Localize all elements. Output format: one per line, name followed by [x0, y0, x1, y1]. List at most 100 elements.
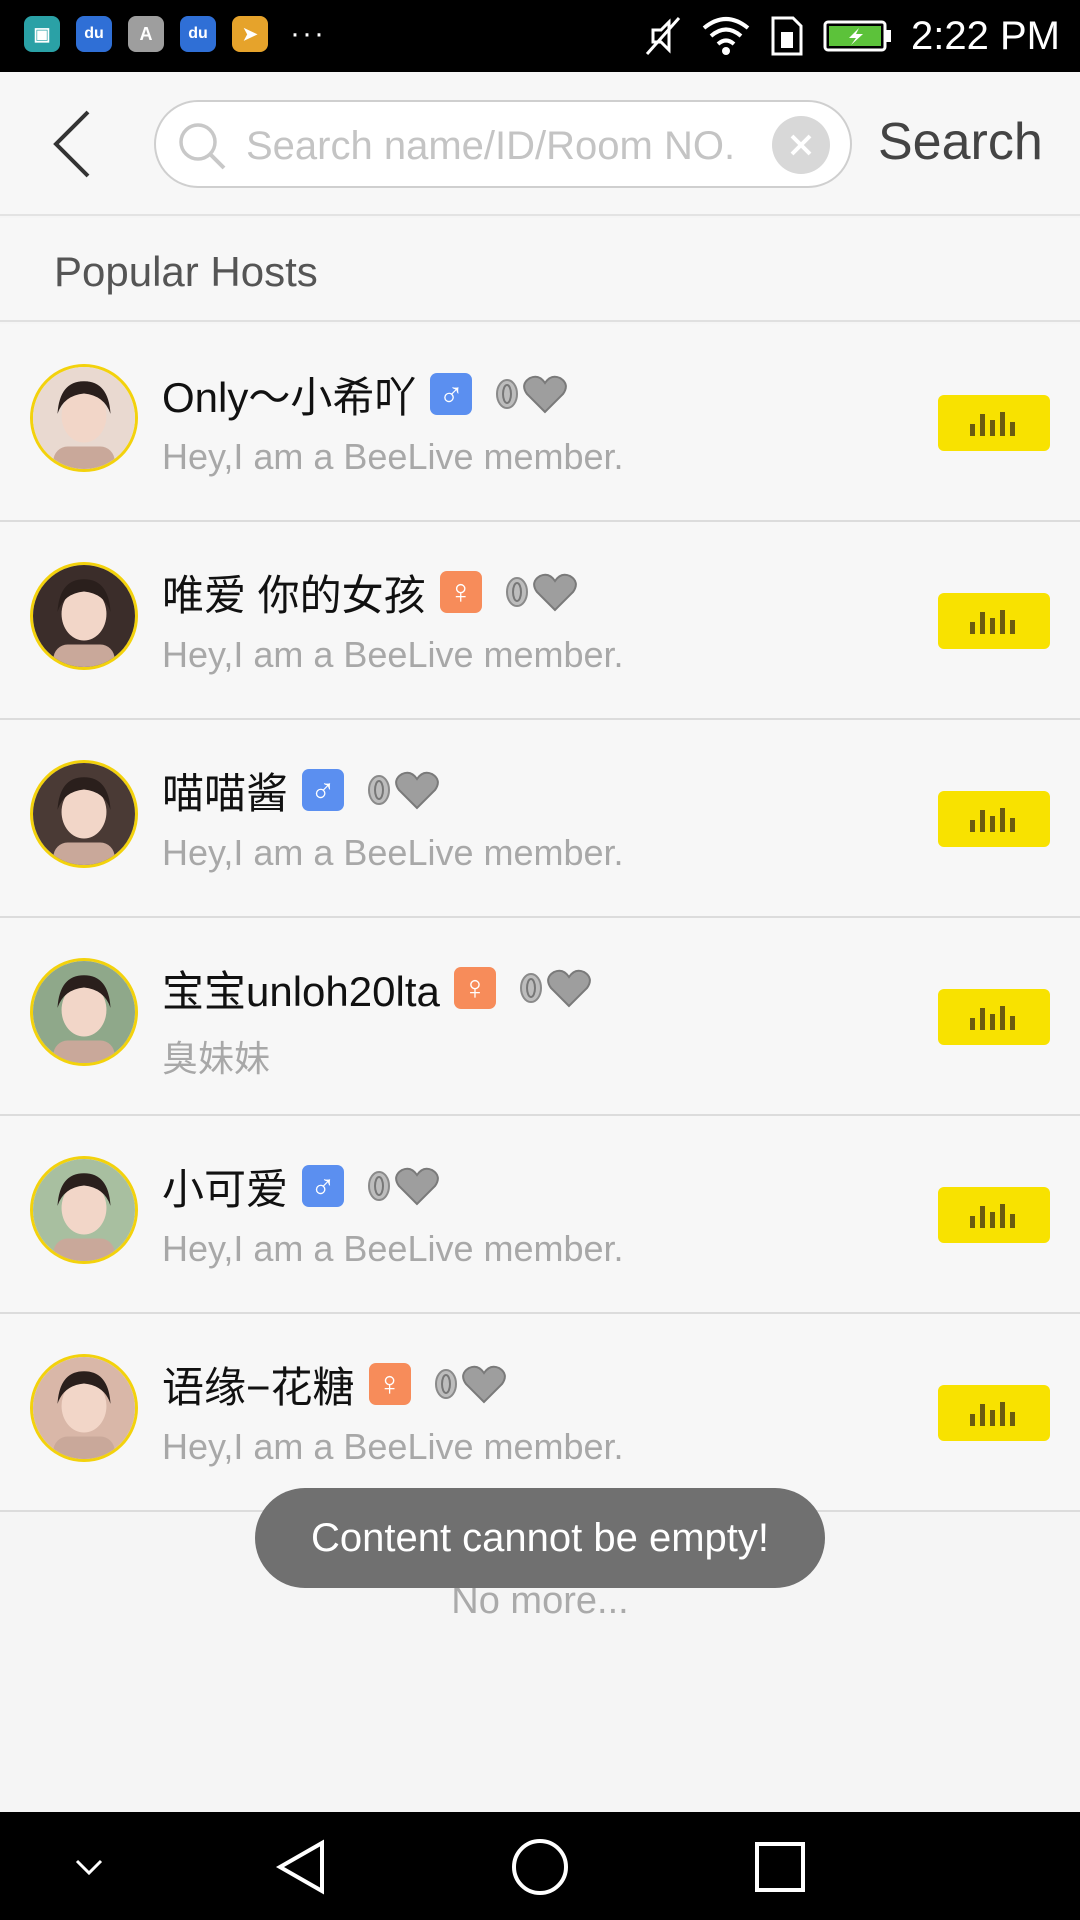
audio-bars-icon: [970, 412, 1015, 436]
level-badges: [518, 968, 592, 1008]
level-zero-icon: [368, 1171, 391, 1201]
host-name: 小可爱: [162, 1165, 289, 1213]
level-badges: [433, 1364, 507, 1404]
more-notifications-icon: ···: [290, 17, 326, 50]
chevron-down-icon: [75, 1859, 103, 1876]
male-gender-icon: ♂: [302, 769, 345, 811]
avatar-image: [33, 961, 135, 1063]
female-gender-icon: ♀: [439, 571, 482, 613]
female-gender-icon: ♀: [453, 967, 496, 1009]
host-row[interactable]: Only～小希吖 ♂ Hey,I am a BeeLive member.: [0, 324, 1080, 522]
live-button[interactable]: [938, 395, 1050, 451]
avatar-image: [33, 367, 135, 469]
back-button[interactable]: [30, 102, 114, 186]
host-name: Only～小希吖: [162, 373, 417, 421]
avatar-image: [33, 1357, 135, 1459]
hide-nav-button[interactable]: [54, 1832, 124, 1902]
host-bio: Hey,I am a BeeLive member.: [162, 634, 624, 675]
sim-icon: [771, 16, 803, 56]
live-button[interactable]: [938, 1187, 1050, 1243]
triangle-back-icon: [275, 1839, 324, 1895]
audio-bars-icon: [970, 610, 1015, 634]
host-name: 喵喵酱: [162, 769, 289, 817]
level-zero-icon: [505, 577, 528, 607]
host-list: Only～小希吖 ♂ Hey,I am a BeeLive member. 唯爱…: [0, 324, 1080, 1512]
circle-home-icon: [512, 1839, 568, 1895]
level-zero-icon: [434, 1369, 457, 1399]
avatar[interactable]: [30, 1156, 138, 1264]
avatar[interactable]: [30, 760, 138, 868]
live-button[interactable]: [938, 1385, 1050, 1441]
font-app-icon: A: [128, 16, 164, 52]
host-name: 宝宝unloh20lta: [162, 967, 440, 1015]
avatar[interactable]: [30, 1354, 138, 1462]
host-row[interactable]: 喵喵酱 ♂ Hey,I am a BeeLive member.: [0, 720, 1080, 918]
host-bio: Hey,I am a BeeLive member.: [162, 1228, 624, 1269]
audio-bars-icon: [970, 1006, 1015, 1030]
clear-search-button[interactable]: [772, 116, 830, 174]
live-button[interactable]: [938, 593, 1050, 649]
home-nav-button[interactable]: [505, 1832, 575, 1902]
heart-icon: [523, 375, 568, 414]
level-badges: [366, 1166, 440, 1206]
host-row[interactable]: 语缘−花糖 ♀ Hey,I am a BeeLive member.: [0, 1314, 1080, 1512]
avatar[interactable]: [30, 364, 138, 472]
level-badges: [504, 572, 578, 612]
search-box[interactable]: [154, 100, 852, 188]
mute-icon: [645, 17, 681, 55]
host-row[interactable]: 宝宝unloh20lta ♀ 臭妹妹: [0, 918, 1080, 1116]
host-row[interactable]: 唯爱 你的女孩 ♀ Hey,I am a BeeLive member.: [0, 522, 1080, 720]
search-button[interactable]: Search: [878, 112, 1043, 172]
host-name-line: 唯爱 你的女孩 ♀: [162, 564, 578, 620]
navigation-bar: [0, 1812, 1080, 1920]
clock: 2:22 PM: [911, 13, 1060, 58]
heart-icon: [395, 771, 439, 810]
male-gender-icon: ♂: [430, 373, 473, 415]
square-recents-icon: [755, 1842, 805, 1892]
host-name-line: Only～小希吖 ♂: [162, 366, 568, 422]
status-bar: ▣ du A du ➤ ··· 2:22 PM: [0, 0, 1080, 72]
female-gender-icon: ♀: [368, 1363, 411, 1405]
host-bio: 臭妹妹: [162, 1038, 271, 1079]
audio-bars-icon: [970, 1204, 1015, 1228]
level-badges: [366, 770, 440, 810]
baidu-app-icon: du: [76, 16, 112, 52]
heart-icon: [532, 573, 577, 612]
baidu-app-icon-2: du: [180, 16, 216, 52]
avatar-image: [33, 565, 135, 667]
search-header: Search: [0, 72, 1080, 216]
level-badges: [494, 374, 568, 414]
search-input[interactable]: [246, 116, 746, 176]
level-zero-icon: [496, 379, 519, 409]
avatar-image: [33, 763, 135, 865]
level-zero-icon: [519, 973, 542, 1003]
host-name-line: 小可爱 ♂: [162, 1158, 440, 1214]
level-zero-icon: [368, 775, 391, 805]
telegram-app-icon: ➤: [232, 16, 268, 52]
host-bio: Hey,I am a BeeLive member.: [162, 832, 624, 873]
heart-icon: [546, 969, 591, 1008]
battery-icon: [823, 20, 892, 52]
live-button[interactable]: [938, 791, 1050, 847]
popular-hosts-header: Popular Hosts: [0, 218, 1080, 322]
host-name: 语缘−花糖: [162, 1363, 355, 1411]
notification-icons: ▣ du A du ➤ ···: [24, 16, 326, 52]
host-row[interactable]: 小可爱 ♂ Hey,I am a BeeLive member.: [0, 1116, 1080, 1314]
back-arrow-icon: [53, 110, 90, 178]
host-name-line: 宝宝unloh20lta ♀: [162, 960, 592, 1016]
recents-nav-button[interactable]: [745, 1832, 815, 1902]
section-title: Popular Hosts: [54, 248, 318, 295]
avatar[interactable]: [30, 958, 138, 1066]
audio-bars-icon: [970, 808, 1015, 832]
wifi-icon: [702, 17, 750, 55]
host-bio: Hey,I am a BeeLive member.: [162, 436, 624, 477]
avatar-image: [33, 1159, 135, 1261]
avatar[interactable]: [30, 562, 138, 670]
search-icon: [179, 123, 226, 170]
host-name: 唯爱 你的女孩: [162, 571, 426, 619]
close-icon: [790, 134, 812, 156]
host-name-line: 喵喵酱 ♂: [162, 762, 440, 818]
android-app-icon: ▣: [24, 16, 60, 52]
back-nav-button[interactable]: [265, 1832, 335, 1902]
live-button[interactable]: [938, 989, 1050, 1045]
